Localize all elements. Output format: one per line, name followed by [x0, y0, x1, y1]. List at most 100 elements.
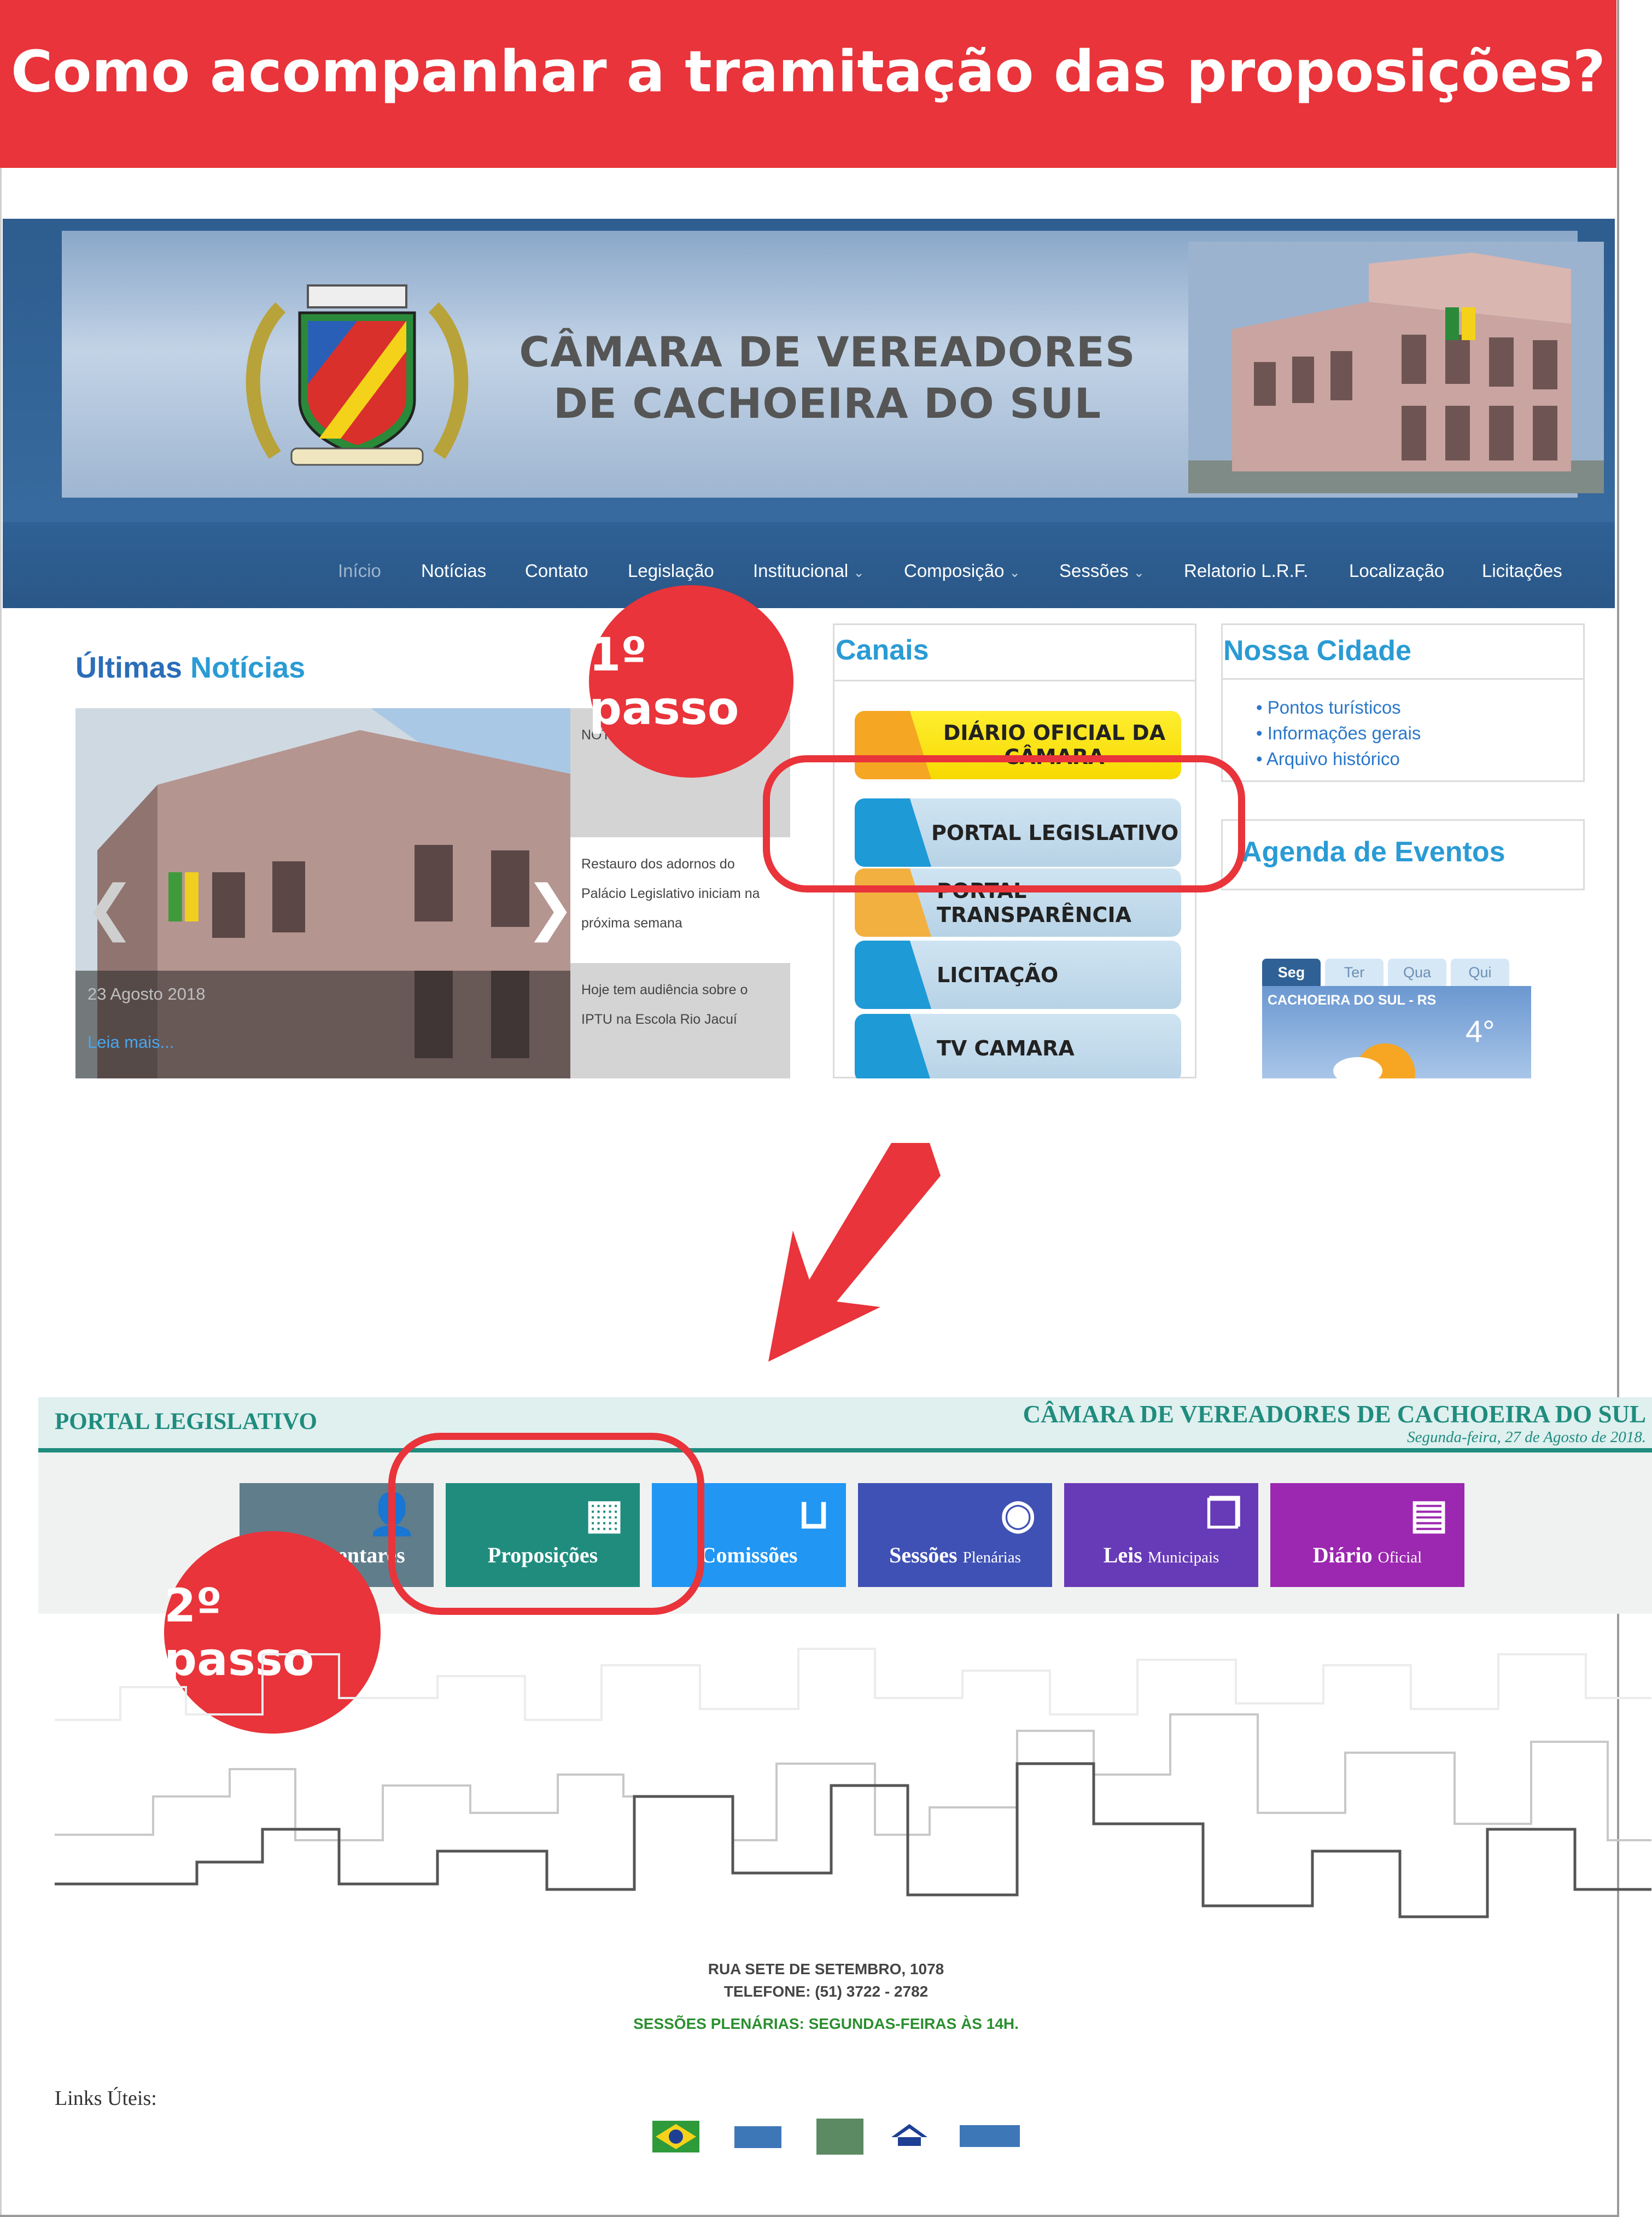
tile-label-main: Diário	[1312, 1543, 1373, 1567]
portal-header-line	[38, 1448, 1652, 1452]
portal-title: PORTAL LEGISLATIVO	[55, 1409, 317, 1434]
nav-label: Início	[338, 561, 381, 581]
website-screenshot: CÂMARA DE VEREADORES DE CACHOEIRA DO SUL…	[3, 219, 1615, 1078]
canais-title: Canais	[836, 634, 929, 666]
city-skyline-graphic	[55, 1648, 1651, 1918]
sun-cloud-icon	[1333, 1043, 1415, 1078]
nav-inicio[interactable]: Início	[338, 561, 381, 581]
cidade-link-arquivo[interactable]: • Arquivo histórico	[1256, 746, 1421, 772]
nav-localizacao[interactable]: Localização	[1349, 561, 1444, 581]
agenda-title: Agenda de Eventos	[1241, 836, 1505, 868]
tile-label-main: Comissões	[700, 1543, 798, 1567]
arrow-down-left-icon	[768, 1143, 941, 1362]
nav-label: Composição	[904, 561, 1005, 581]
news-heading-a: Últimas	[75, 651, 183, 684]
nav-label: Localização	[1349, 561, 1445, 581]
tile-label: Sessões Plenárias	[858, 1542, 1052, 1568]
nav-label: Sessões	[1059, 561, 1129, 581]
nossa-cidade-title: Nossa Cidade	[1223, 635, 1411, 667]
nav-institucional[interactable]: Institucional ⌄	[753, 561, 865, 581]
carousel-next-arrow[interactable]: ❯	[525, 872, 575, 942]
nav-label: Notícias	[421, 561, 487, 581]
footer-address: RUA SETE DE SETEMBRO, 1078 TELEFONE: (51…	[0, 1958, 1652, 2003]
divider	[834, 680, 1195, 681]
weather-city: CACHOEIRA DO SUL - RS	[1268, 993, 1437, 1008]
portal-date: Segunda-feira, 27 de Agosto de 2018.	[1407, 1428, 1646, 1446]
news-heading: Últimas Notícias	[75, 651, 305, 685]
cidade-link-pontos[interactable]: • Pontos turísticos	[1256, 695, 1421, 720]
channel-label: TV CAMARA	[937, 1036, 1075, 1060]
nav-noticias[interactable]: Notícias	[421, 561, 486, 581]
weather-tab-qui[interactable]: Qui	[1451, 959, 1509, 986]
tv-icon	[855, 1014, 931, 1078]
weather-tab-ter[interactable]: Ter	[1325, 959, 1384, 986]
tile-leis[interactable]: ❐ Leis Municipais	[1064, 1483, 1258, 1587]
gavel-icon	[855, 941, 931, 1009]
chevron-down-icon: ⌄	[1133, 565, 1145, 580]
weather-tab-seg[interactable]: Seg	[1262, 959, 1321, 986]
files-icon: ❐	[1205, 1492, 1242, 1537]
carousel-prev-arrow[interactable]: ❮	[85, 872, 135, 942]
tile-sessoes[interactable]: ◉ Sessões Plenárias	[858, 1483, 1052, 1587]
chevron-down-icon: ⌄	[1009, 565, 1020, 580]
nav-label: Contato	[525, 561, 588, 581]
site-title-line2: DE CACHOEIRA DO SUL	[553, 379, 1102, 428]
stf-icon[interactable]	[960, 2125, 1020, 2147]
channel-tv-camara[interactable]: TV CAMARA	[855, 1014, 1181, 1078]
nav-label: Relatorio L.R.F.	[1184, 561, 1309, 581]
news-photo[interactable]	[75, 708, 570, 1078]
tile-label-sub: Municipais	[1147, 1549, 1219, 1566]
nav-licitacoes[interactable]: Licitações	[1482, 561, 1562, 581]
tile-label: Leis Municipais	[1064, 1542, 1258, 1568]
link-label: Arquivo histórico	[1266, 749, 1400, 769]
site-title: CÂMARA DE VEREADORES DE CACHOEIRA DO SUL	[499, 326, 1155, 429]
news-item[interactable]: Hoje tem audiência sobre o IPTU na Escol…	[570, 963, 790, 1078]
footer-sessions: SESSÕES PLENÁRIAS: SEGUNDAS-FEIRAS ÀS 14…	[633, 2015, 1019, 2032]
nav-legislacao[interactable]: Legislação	[628, 561, 714, 581]
building-photo	[1188, 242, 1604, 493]
channel-licitacao[interactable]: LICITAÇÃO	[855, 941, 1181, 1009]
eye-icon: ◉	[1000, 1492, 1036, 1537]
nav-sessoes[interactable]: Sessões ⌄	[1059, 561, 1145, 581]
tile-label: Diário Oficial	[1270, 1542, 1464, 1568]
receita-federal-icon[interactable]	[886, 2121, 933, 2152]
portal-organization: CÂMARA DE VEREADORES DE CACHOEIRA DO SUL	[1023, 1401, 1646, 1428]
brazil-flag-icon[interactable]	[652, 2121, 699, 2152]
link-label: Pontos turísticos	[1267, 697, 1401, 717]
read-more-link[interactable]: Leia mais...	[87, 1032, 174, 1052]
step-2-highlight	[388, 1433, 704, 1615]
step-1-highlight	[763, 755, 1245, 892]
calendar-icon: ▤	[1410, 1492, 1448, 1537]
link-label: Informações gerais	[1267, 723, 1421, 743]
chevron-down-icon: ⌄	[853, 565, 865, 580]
weather-temperature: 4°	[1466, 1014, 1495, 1048]
news-heading-b: Notícias	[190, 651, 306, 684]
cidade-link-informacoes[interactable]: • Informações gerais	[1256, 720, 1421, 746]
weather-widget: Seg Ter Qua Qui CACHOEIRA DO SUL - RS 4°	[1262, 959, 1531, 1078]
page-title: Como acompanhar a tramitação das proposi…	[10, 38, 1606, 105]
news-date: 23 Agosto 2018	[87, 984, 206, 1004]
address-line: RUA SETE DE SETEMBRO, 1078	[708, 1961, 944, 1977]
senado-icon[interactable]	[734, 2126, 781, 2148]
tile-label-sub: Oficial	[1377, 1549, 1422, 1566]
channel-label: LICITAÇÃO	[937, 962, 1059, 987]
cidade-links: • Pontos turísticos • Informações gerais…	[1256, 695, 1421, 772]
diario-icon[interactable]	[816, 2119, 863, 2155]
tile-label-sub: Plenárias	[962, 1549, 1021, 1566]
coat-of-arms-icon	[246, 284, 469, 466]
frame-border-left	[0, 168, 2, 2217]
useful-links-label: Links Úteis:	[55, 2087, 157, 2110]
tile-label-main: Leis	[1103, 1543, 1142, 1567]
step-1-badge: 1º passo	[589, 585, 793, 778]
nav-label: Licitações	[1482, 561, 1562, 581]
frame-border-bottom	[0, 2215, 1619, 2217]
nav-composicao[interactable]: Composição ⌄	[904, 561, 1020, 581]
phone-line: TELEFONE: (51) 3722 - 2782	[723, 1983, 929, 2000]
site-banner[interactable]: CÂMARA DE VEREADORES DE CACHOEIRA DO SUL	[62, 231, 1604, 498]
nav-relatorio-lrf[interactable]: Relatorio L.R.F.	[1184, 561, 1308, 581]
news-item[interactable]: Restauro dos adornos do Palácio Legislat…	[570, 837, 790, 963]
nav-contato[interactable]: Contato	[525, 561, 588, 581]
site-title-line1: CÂMARA DE VEREADORES	[519, 328, 1136, 376]
tile-diario[interactable]: ▤ Diário Oficial	[1270, 1483, 1464, 1587]
weather-tab-qua[interactable]: Qua	[1388, 959, 1446, 986]
